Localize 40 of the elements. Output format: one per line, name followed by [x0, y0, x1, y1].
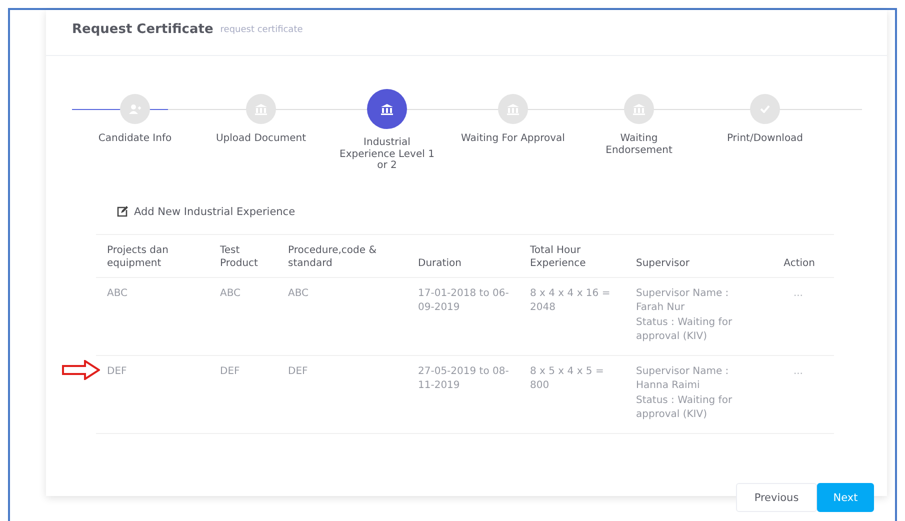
step-circle[interactable]: [367, 89, 407, 129]
column-header: Test Product: [219, 244, 259, 270]
previous-button[interactable]: Previous: [736, 483, 817, 512]
column-header: Total Hour Experience: [529, 244, 587, 270]
column-header: Duration: [417, 257, 462, 270]
edit-icon: [117, 206, 128, 217]
table-cell-text: 8 x 5 x 4 x 5 = 800: [529, 364, 605, 393]
column-header: Procedure,code & standard: [287, 244, 378, 270]
table-cell-text: DEF: [219, 364, 241, 378]
supervisor-info: Supervisor Name : Hanna Raimi Status : Waiting for approval (KIV): [635, 364, 734, 422]
step-label: Industrial Experience Level 1 or 2: [338, 137, 436, 172]
bank-icon: [255, 104, 267, 114]
table-cell-text: ABC: [219, 286, 242, 300]
next-button[interactable]: Next: [817, 483, 874, 512]
table-cell-text: 17-01-2018 to 06-09-2019: [417, 286, 510, 315]
bank-icon: [381, 104, 393, 114]
check-icon: [760, 105, 770, 113]
user-add-icon: [129, 104, 141, 114]
table-cell-text: DEF: [287, 364, 309, 378]
add-experience-link[interactable]: Add New Industrial Experience: [117, 206, 296, 218]
step-label: Waiting For Approval: [460, 133, 566, 144]
page-title: Request Certificate: [72, 22, 214, 37]
bank-icon: [633, 104, 645, 114]
column-header: Supervisor: [635, 257, 690, 270]
step-label: Candidate Info: [97, 133, 173, 144]
step-label: Waiting Endorsement: [604, 133, 674, 156]
supervisor-info: Supervisor Name : Farah Nur Status : Waiting for approval (KIV): [635, 286, 734, 344]
table-cell-text: ABC: [287, 286, 310, 300]
table-cell-text: 27-05-2019 to 08-11-2019: [417, 364, 510, 393]
column-header: Projects dan equipment: [106, 244, 170, 270]
action-menu-button[interactable]: ...: [793, 286, 819, 300]
step-label: Upload Document: [214, 133, 308, 144]
table-cell-text: ABC: [106, 286, 129, 300]
table-cell-text: 8 x 4 x 4 x 16 = 2048: [529, 286, 612, 315]
bank-icon: [507, 104, 519, 114]
table-cell-text: DEF: [106, 364, 128, 378]
action-menu-button[interactable]: ...: [793, 364, 819, 378]
step-label: Print/Download: [726, 133, 804, 144]
column-header: Action: [782, 257, 816, 270]
page-subtitle: request certificate: [220, 24, 303, 34]
